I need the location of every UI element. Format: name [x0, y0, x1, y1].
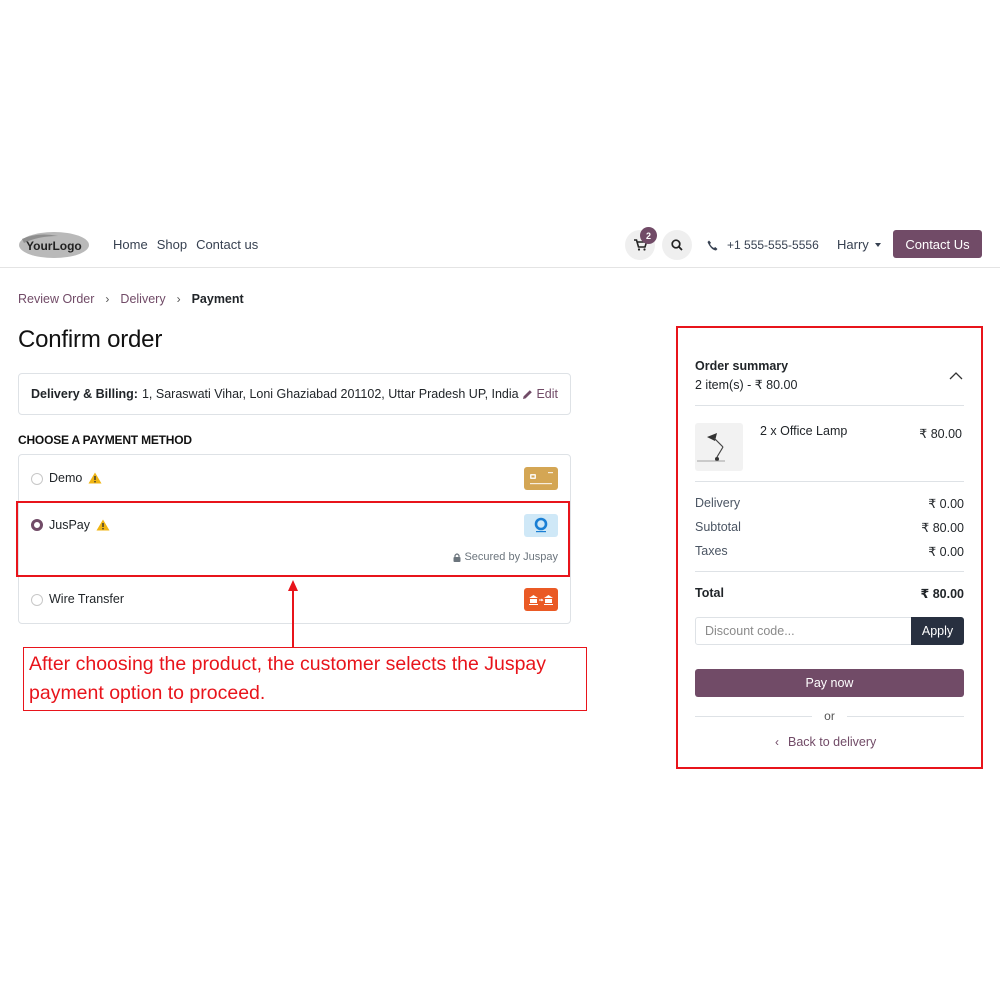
- chevron-up-icon[interactable]: [949, 371, 963, 380]
- delivery-line: Delivery ₹ 0.00: [695, 496, 964, 511]
- taxes-label: Taxes: [695, 544, 728, 558]
- order-summary-title: Order summary: [695, 359, 789, 373]
- breadcrumb-delivery[interactable]: Delivery: [120, 292, 165, 306]
- demo-label: Demo: [49, 471, 83, 485]
- discount-code-input[interactable]: [696, 618, 906, 644]
- cart-count-badge: 2: [640, 227, 657, 244]
- divider: [695, 405, 964, 406]
- or-separator: or: [695, 709, 965, 723]
- order-summary-panel: Order summary 2 item(s) - ₹ 80.00 2 x Of…: [676, 326, 983, 769]
- total-label: Total: [695, 586, 724, 600]
- discount-field: Apply: [695, 617, 964, 645]
- logo[interactable]: YourLogo: [18, 230, 90, 260]
- total-line: Total ₹ 80.00: [695, 586, 964, 601]
- annotation-highlight-box: [16, 501, 570, 577]
- bank-transfer-icon: [524, 588, 558, 611]
- product-price: ₹ 80.00: [919, 427, 962, 441]
- chevron-down-icon: [874, 242, 881, 247]
- warning-icon: [88, 472, 102, 484]
- address-value: 1, Saraswati Vihar, Loni Ghaziabad 20110…: [141, 387, 519, 401]
- radio-demo[interactable]: [31, 473, 43, 485]
- address-label: Delivery & Billing:: [31, 387, 138, 401]
- subtotal-label: Subtotal: [695, 520, 741, 534]
- taxes-line: Taxes ₹ 0.00: [695, 544, 964, 559]
- payment-section-title: CHOOSE A PAYMENT METHOD: [18, 433, 192, 447]
- annotation-callout: After choosing the product, the customer…: [23, 647, 587, 711]
- chevron-right-icon: ›: [176, 292, 181, 306]
- back-to-delivery-label: Back to delivery: [788, 735, 877, 749]
- product-name[interactable]: 2 x Office Lamp: [760, 424, 847, 438]
- edit-label: Edit: [536, 387, 558, 401]
- nav-shop[interactable]: Shop: [157, 237, 187, 252]
- apply-discount-button[interactable]: Apply: [911, 617, 964, 645]
- delivery-value: ₹ 0.00: [928, 497, 964, 511]
- user-name: Harry: [837, 237, 869, 252]
- subtotal-value: ₹ 80.00: [921, 521, 964, 535]
- divider: [695, 481, 964, 482]
- card-icon: [524, 467, 558, 490]
- site-header: YourLogo Home Shop Contact us 2 +1 555-5…: [0, 222, 1000, 268]
- breadcrumb-payment: Payment: [191, 292, 244, 306]
- wire-transfer-label: Wire Transfer: [49, 592, 125, 606]
- lamp-image: [697, 433, 725, 462]
- nav-contact[interactable]: Contact us: [196, 237, 258, 252]
- edit-address-link[interactable]: Edit: [522, 387, 558, 401]
- radio-wire-transfer[interactable]: [31, 594, 43, 606]
- pencil-icon: [523, 389, 533, 399]
- payment-option-label: Wire Transfer: [49, 592, 124, 606]
- chevron-right-icon: ›: [105, 292, 110, 306]
- phone-number: +1 555-555-5556: [727, 238, 819, 252]
- phone-link[interactable]: +1 555-555-5556: [707, 238, 819, 252]
- subtotal-line: Subtotal ₹ 80.00: [695, 520, 964, 535]
- delivery-label: Delivery: [695, 496, 741, 510]
- contact-us-button[interactable]: Contact Us: [893, 230, 982, 258]
- search-icon: [671, 239, 683, 251]
- page-title: Confirm order: [18, 326, 163, 353]
- nav-home[interactable]: Home: [113, 237, 148, 252]
- logo-text: YourLogo: [26, 239, 82, 253]
- phone-icon: [707, 240, 718, 250]
- total-value: ₹ 80.00: [920, 587, 964, 601]
- order-summary-count: 2 item(s) - ₹ 80.00: [695, 378, 798, 392]
- back-to-delivery-link[interactable]: ‹ Back to delivery: [775, 735, 876, 749]
- search-button[interactable]: [662, 230, 692, 260]
- divider: [695, 571, 964, 572]
- user-menu[interactable]: Harry: [837, 237, 881, 252]
- breadcrumb-review-order[interactable]: Review Order: [18, 292, 94, 306]
- annotation-arrow: [292, 590, 294, 647]
- product-thumbnail[interactable]: [695, 423, 743, 471]
- delivery-billing-box: Delivery & Billing: 1, Saraswati Vihar, …: [18, 373, 571, 415]
- chevron-left-icon: ‹: [775, 735, 779, 749]
- payment-option-demo[interactable]: Demo: [19, 455, 570, 502]
- payment-option-label: Demo: [49, 471, 102, 485]
- main-nav: Home Shop Contact us: [113, 237, 267, 252]
- breadcrumb: Review Order › Delivery › Payment: [18, 292, 244, 306]
- pay-now-button[interactable]: Pay now: [695, 669, 964, 697]
- taxes-value: ₹ 0.00: [928, 545, 964, 559]
- or-text: or: [824, 709, 835, 723]
